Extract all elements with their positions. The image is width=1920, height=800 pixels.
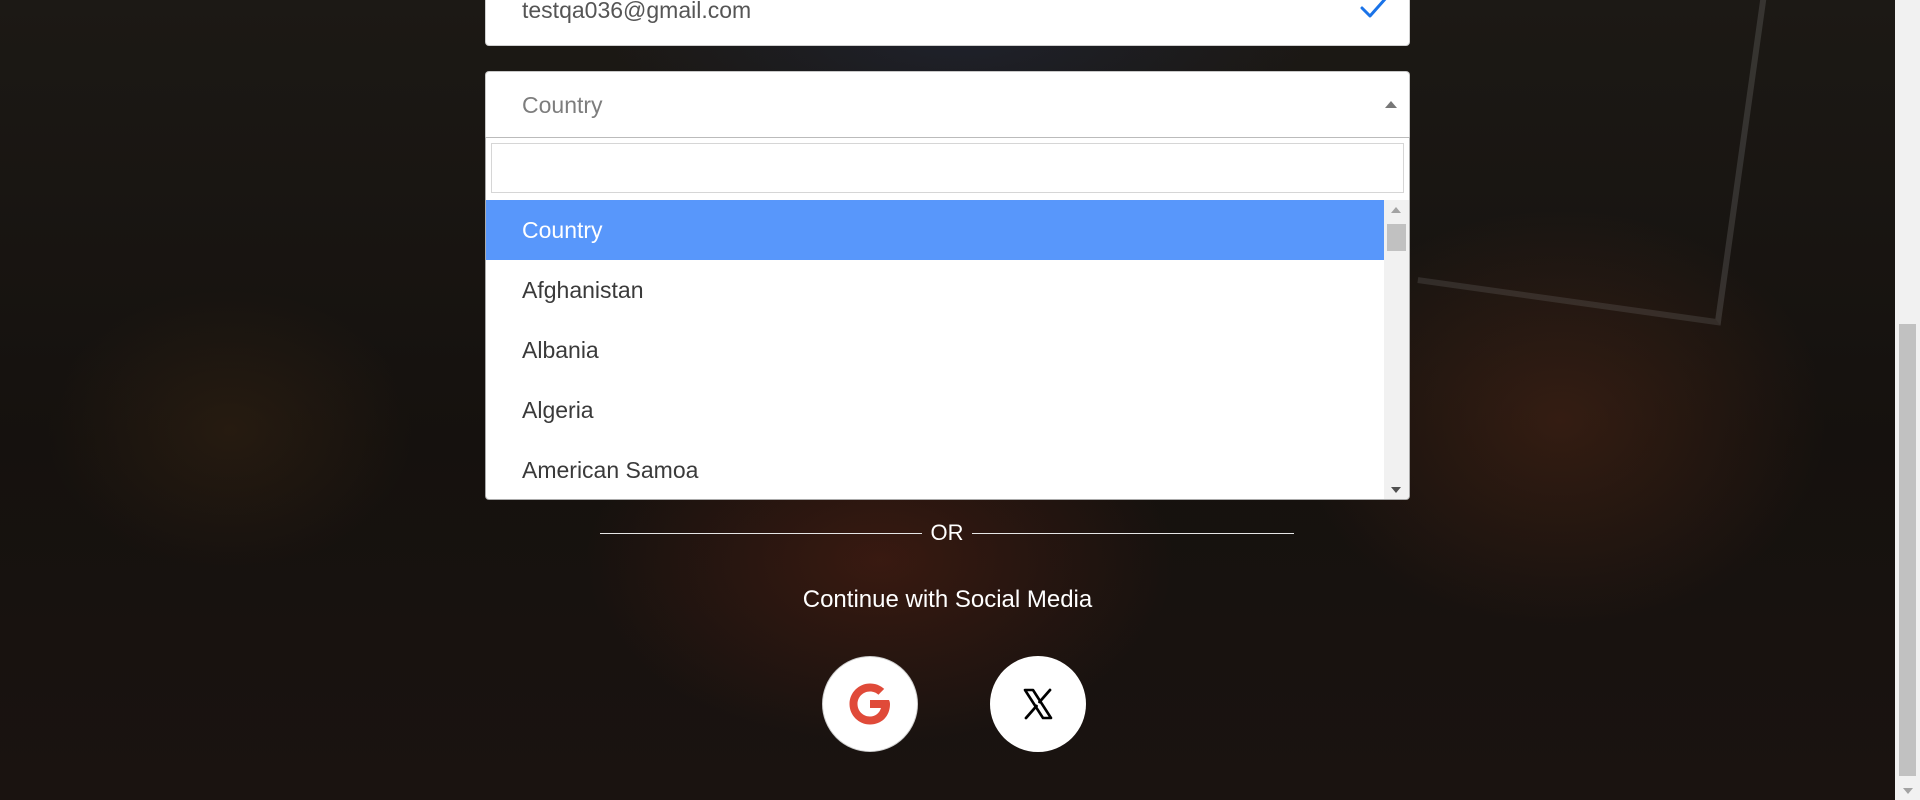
background-decoration (1417, 0, 1769, 326)
country-select-value: Country (522, 92, 603, 118)
email-field[interactable]: testqa036@gmail.com (485, 0, 1410, 46)
country-search-input[interactable] (491, 143, 1404, 193)
country-select[interactable]: Country (485, 71, 1410, 137)
scroll-down-arrow-icon[interactable] (1391, 487, 1401, 493)
country-dropdown: Country Afghanistan Albania Algeria Amer… (485, 137, 1410, 500)
or-divider: OR (600, 518, 1294, 548)
email-value: testqa036@gmail.com (522, 0, 752, 23)
google-icon (849, 683, 890, 725)
social-media-heading: Continue with Social Media (802, 586, 1093, 613)
x-icon (1023, 688, 1053, 720)
page-scroll-down-arrow-icon[interactable] (1903, 788, 1913, 794)
divider-line-right (972, 533, 1294, 534)
page-scroll-thumb[interactable] (1899, 324, 1916, 776)
checkmark-icon (1360, 0, 1387, 18)
dropdown-scrollbar[interactable] (1384, 200, 1409, 499)
country-option[interactable]: American Samoa (486, 440, 1385, 499)
country-option[interactable]: Country (486, 200, 1385, 260)
google-login-button[interactable] (822, 656, 918, 752)
country-option[interactable]: Algeria (486, 380, 1385, 440)
x-login-button[interactable] (990, 656, 1086, 752)
country-option[interactable]: Albania (486, 320, 1385, 380)
country-options-list: Country Afghanistan Albania Algeria Amer… (486, 200, 1385, 499)
caret-up-icon (1385, 101, 1397, 108)
scroll-up-arrow-icon[interactable] (1391, 207, 1401, 213)
country-option[interactable]: Afghanistan (486, 260, 1385, 320)
page-scrollbar[interactable] (1895, 0, 1920, 800)
dropdown-scroll-thumb[interactable] (1387, 224, 1406, 251)
